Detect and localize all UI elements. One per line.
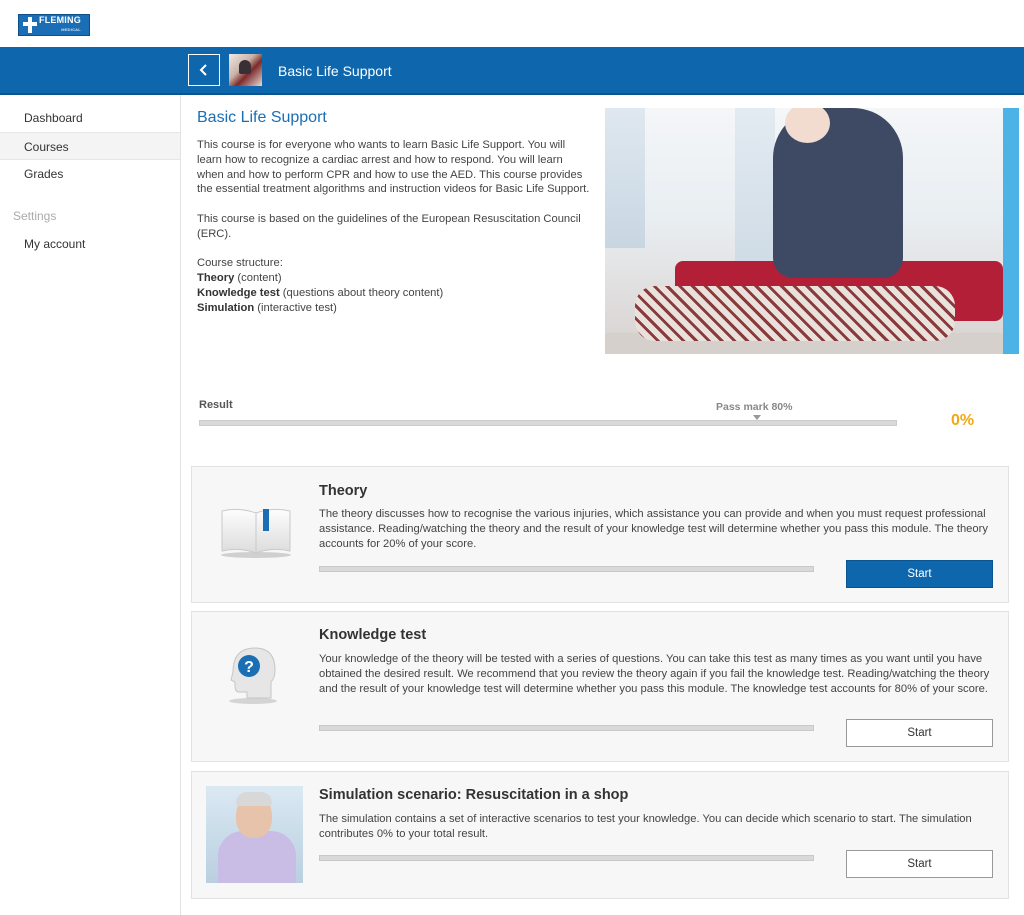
result-percentage: 0%: [951, 412, 975, 429]
chevron-left-icon: [199, 64, 207, 76]
sidebar-item-grades[interactable]: Grades: [0, 160, 180, 188]
simulation-start-button[interactable]: Start: [846, 850, 993, 878]
fleming-logo[interactable]: FLEMING MEDICAL: [18, 14, 90, 36]
simulation-thumbnail: [206, 786, 303, 883]
module-description: The simulation contains a set of interac…: [319, 813, 972, 840]
svg-text:?: ?: [244, 659, 254, 676]
hero-accent-bar: [1003, 108, 1019, 354]
main-content: Basic Life Support This course is for ev…: [181, 95, 1024, 915]
intro-paragraph: This course is for everyone who wants to…: [197, 139, 590, 196]
knowledge-test-start-button[interactable]: Start: [846, 719, 993, 747]
module-title: Theory: [319, 483, 368, 499]
structure-item: Theory (content): [197, 272, 282, 285]
module-progress-bar: [319, 855, 814, 861]
sidebar: Dashboard Courses Grades Settings My acc…: [0, 95, 181, 915]
sidebar-settings-heading: Settings: [13, 209, 57, 223]
structure-heading: Course structure:: [197, 257, 283, 270]
result-label: Result: [199, 399, 233, 411]
back-button[interactable]: [188, 54, 220, 86]
pass-mark-label: Pass mark 80%: [716, 401, 793, 413]
module-card-simulation: Simulation scenario: Resuscitation in a …: [191, 771, 1009, 899]
module-progress-bar: [319, 725, 814, 731]
course-thumbnail: [229, 54, 262, 86]
page-title: Basic Life Support: [197, 109, 327, 126]
module-card-theory: Theory The theory discusses how to recog…: [191, 466, 1009, 603]
book-icon: [221, 508, 291, 558]
theory-start-button[interactable]: Start: [846, 560, 993, 588]
header-title: Basic Life Support: [278, 63, 392, 79]
result-progress-bar: [199, 420, 897, 426]
course-header: Basic Life Support: [0, 47, 1024, 95]
module-card-knowledge-test: ? Knowledge test Your knowledge of the t…: [191, 611, 1009, 762]
course-intro: This course is for everyone who wants to…: [197, 138, 592, 316]
module-description: The theory discusses how to recognise th…: [319, 508, 988, 550]
sidebar-item-dashboard[interactable]: Dashboard: [0, 104, 180, 132]
logo-wordmark: FLEMING MEDICAL: [39, 15, 81, 32]
structure-item: Knowledge test (questions about theory c…: [197, 286, 444, 299]
question-head-icon: ?: [229, 647, 277, 704]
module-title: Knowledge test: [319, 627, 427, 643]
top-bar: FLEMING MEDICAL: [0, 0, 1024, 47]
intro-paragraph: This course is based on the guidelines o…: [197, 212, 581, 240]
sidebar-item-courses[interactable]: Courses: [0, 132, 180, 160]
medical-cross-icon: [21, 15, 39, 35]
module-progress-bar: [319, 566, 814, 572]
structure-item: Simulation (interactive test): [197, 301, 337, 314]
module-description: Your knowledge of the theory will be tes…: [319, 653, 990, 695]
module-title: Simulation scenario: Resuscitation in a …: [319, 787, 629, 803]
sidebar-item-my-account[interactable]: My account: [0, 230, 180, 258]
course-hero-image: [605, 108, 1003, 354]
